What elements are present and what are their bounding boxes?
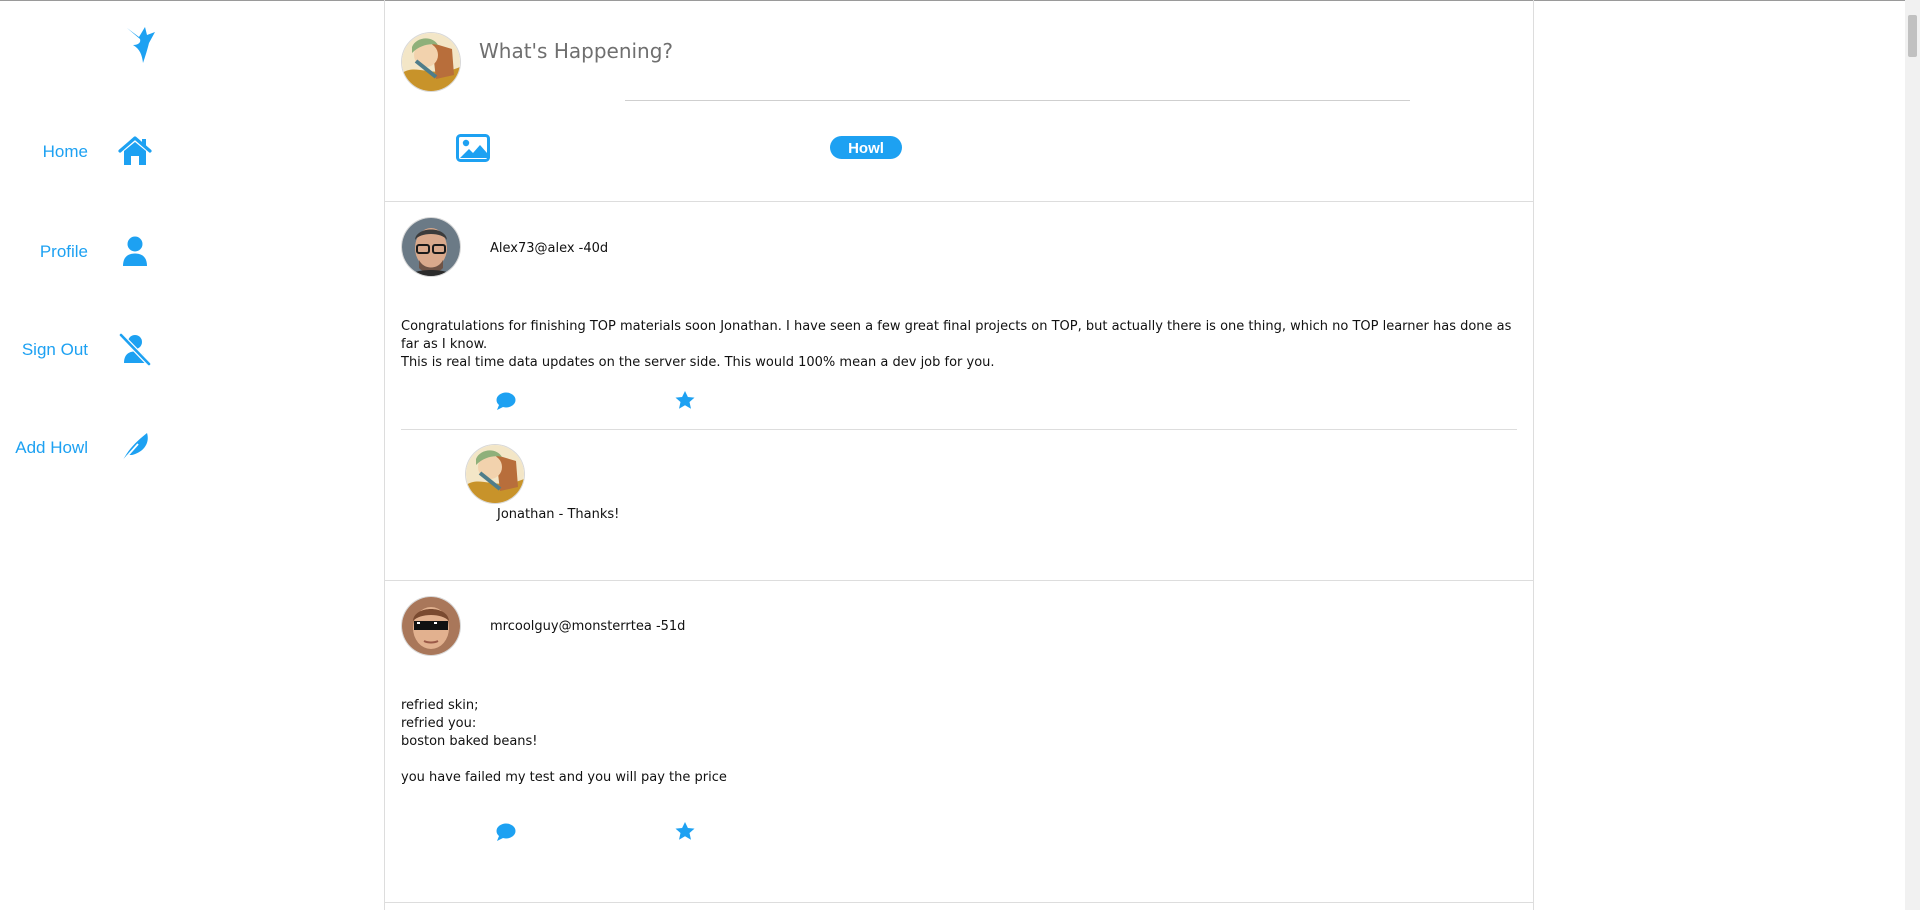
avatar[interactable] — [402, 597, 460, 655]
howl-post: Alex73@alex -40d Congratulations for fin… — [385, 201, 1533, 581]
sidebar-item-profile[interactable]: Profile — [0, 232, 160, 272]
howl-post: mrcoolguy@monsterrtea -51d refried skin;… — [385, 580, 1533, 903]
input-underline — [625, 100, 1410, 101]
sidebar-item-home[interactable]: Home — [0, 132, 160, 172]
star-icon[interactable] — [674, 821, 696, 841]
image-icon[interactable] — [456, 134, 490, 162]
avatar — [466, 445, 524, 503]
post-header: mrcoolguy@monsterrtea -51d — [490, 619, 686, 634]
comment-icon[interactable] — [495, 391, 517, 411]
post-body: Congratulations for finishing TOP materi… — [401, 319, 1512, 370]
page-scrollbar[interactable] — [1905, 0, 1920, 910]
feed-column: Howl Alex73@alex -40d Congratulations fo… — [384, 0, 1534, 910]
avatar — [402, 33, 460, 91]
post-header: Alex73@alex -40d — [490, 241, 609, 256]
reply-text: Jonathan - Thanks! — [497, 507, 620, 522]
user-icon — [118, 234, 152, 268]
star-icon[interactable] — [674, 390, 696, 410]
sidebar: Home Profile Sign Out Add Howl — [0, 0, 384, 910]
user-slash-icon — [118, 332, 152, 366]
howl-input[interactable] — [477, 36, 1261, 66]
howl-composer: Howl — [385, 0, 1533, 202]
feather-icon — [118, 430, 152, 464]
home-icon — [118, 134, 152, 168]
sidebar-item-label: Sign Out — [21, 340, 88, 359]
sidebar-item-sign-out[interactable]: Sign Out — [0, 330, 160, 370]
post-body: refried skin; refried you: boston baked … — [401, 698, 727, 785]
avatar[interactable] — [402, 218, 460, 276]
bird-logo-icon[interactable] — [125, 25, 157, 65]
comment-icon[interactable] — [495, 822, 517, 842]
scroll-thumb[interactable] — [1908, 15, 1917, 57]
sidebar-item-label: Profile — [39, 242, 88, 261]
sidebar-item-label: Add Howl — [15, 438, 88, 457]
sidebar-item-add-howl[interactable]: Add Howl — [0, 428, 160, 468]
reply-divider — [401, 429, 1517, 430]
sidebar-item-label: Home — [42, 142, 88, 161]
howl-submit-button[interactable]: Howl — [830, 136, 902, 159]
